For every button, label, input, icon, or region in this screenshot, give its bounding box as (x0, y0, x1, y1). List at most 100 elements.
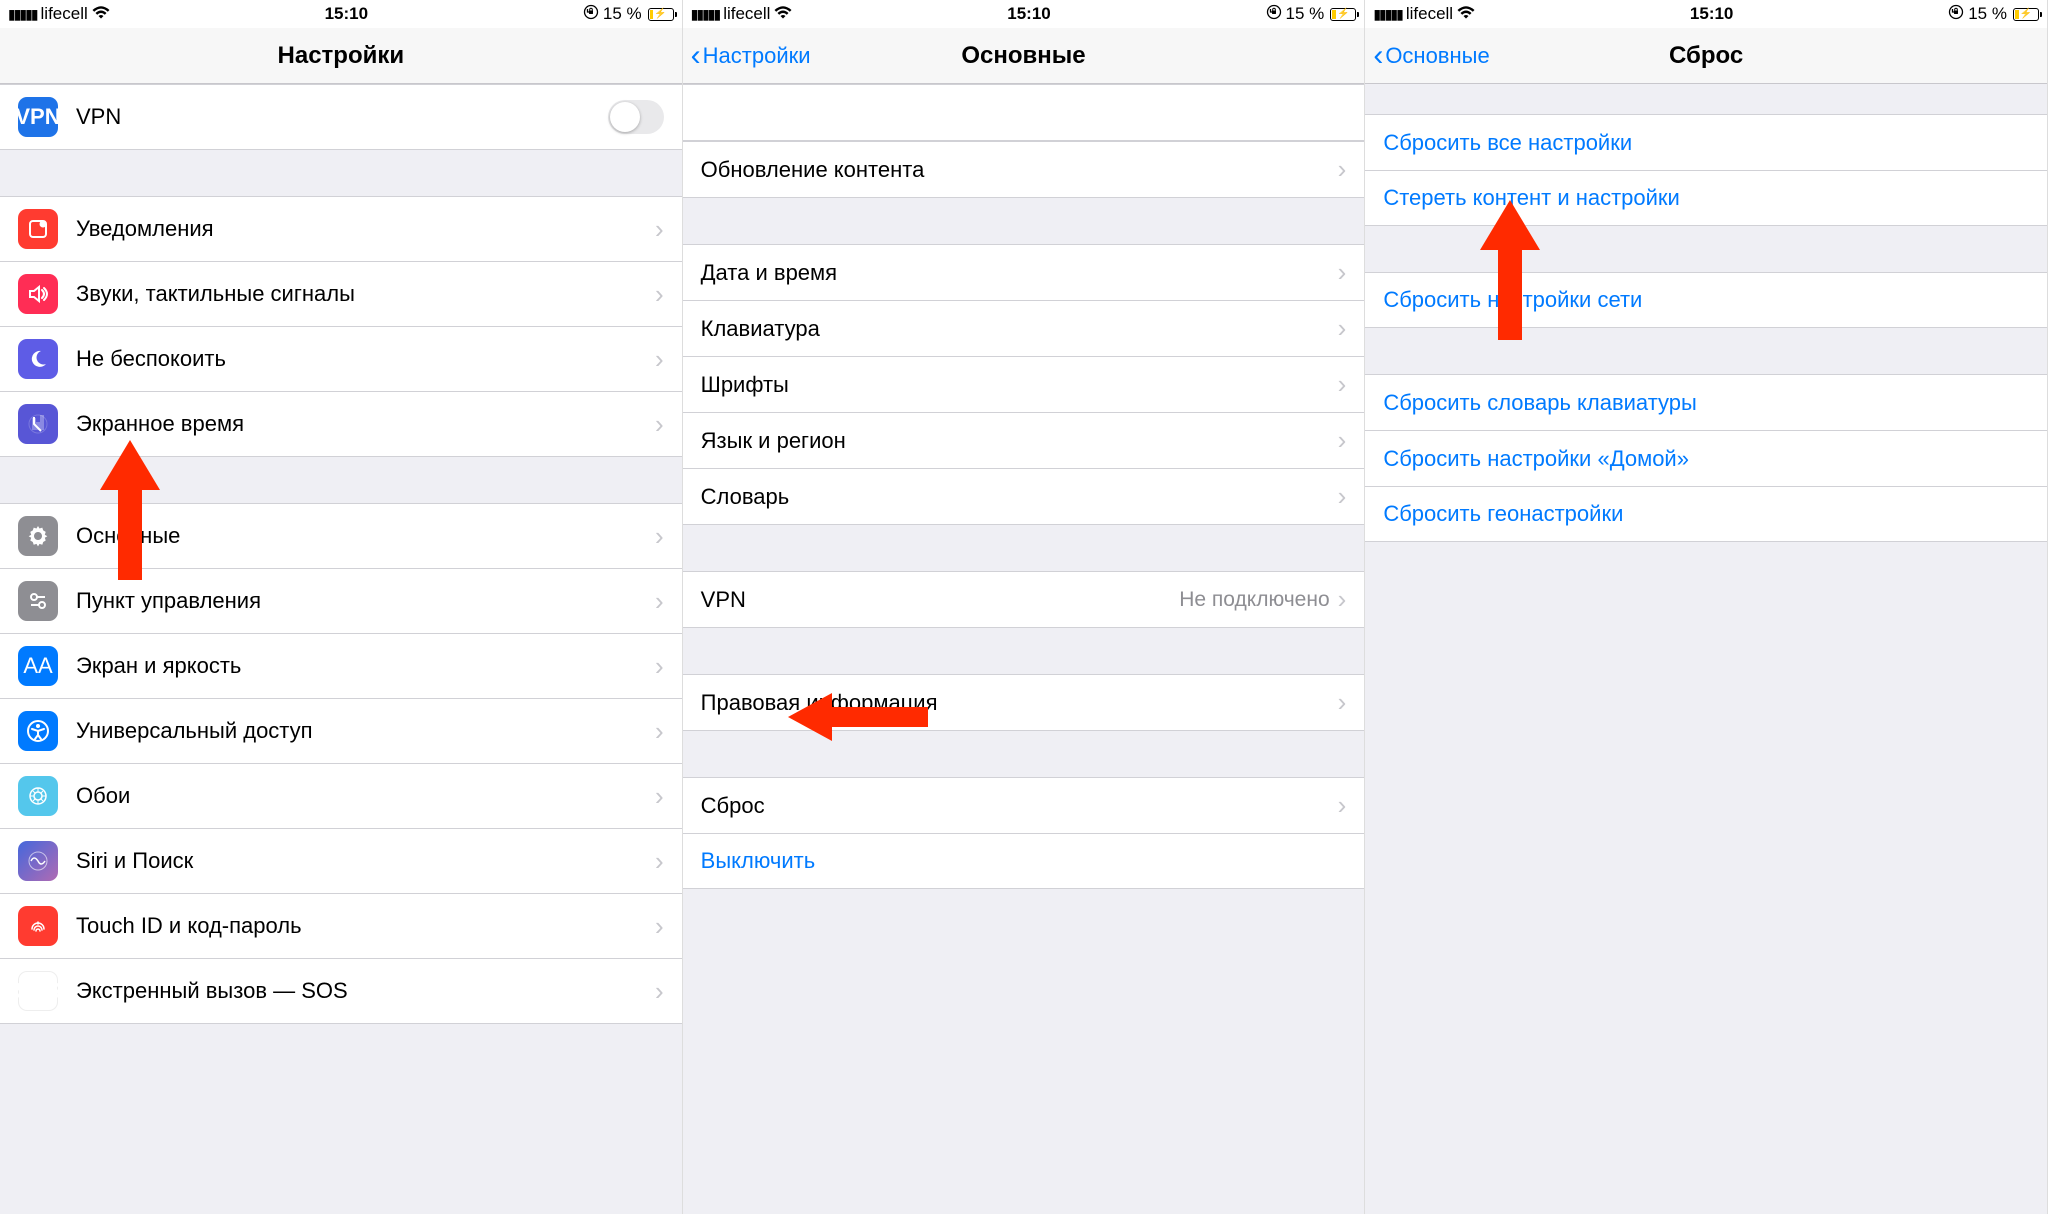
general-dictionary-row[interactable]: Словарь › (683, 468, 1365, 525)
chevron-right-icon: › (655, 976, 664, 1007)
reset-network-row[interactable]: Сбросить настройки сети (1365, 272, 2047, 328)
chevron-right-icon: › (655, 781, 664, 812)
chevron-left-icon: ‹ (691, 48, 701, 63)
settings-sounds-row[interactable]: Звуки, тактильные сигналы › (0, 261, 682, 326)
settings-vpn-row[interactable]: VPN VPN (0, 84, 682, 150)
nav-bar: ‹ Основные Сброс (1365, 28, 2047, 84)
reset-all-settings-row[interactable]: Сбросить все настройки (1365, 114, 2047, 170)
chevron-right-icon: › (655, 214, 664, 245)
control-center-icon (18, 581, 58, 621)
chevron-right-icon: › (655, 344, 664, 375)
clock: 15:10 (1690, 4, 1733, 24)
chevron-right-icon: › (655, 651, 664, 682)
fonts-label: Шрифты (701, 372, 1338, 398)
battery-icon: ⚡ (648, 8, 674, 21)
chevron-right-icon: › (655, 409, 664, 440)
chevron-right-icon: › (655, 846, 664, 877)
settings-root-screen: ▮▮▮▮▮ lifecell 15:10 15 % ⚡ Настройки VP… (0, 0, 683, 1214)
general-keyboard-row[interactable]: Клавиатура › (683, 300, 1365, 356)
clock: 15:10 (325, 4, 368, 24)
display-label: Экран и яркость (76, 653, 655, 679)
chevron-right-icon: › (655, 521, 664, 552)
rotation-lock-icon (1266, 4, 1282, 24)
battery-percent: 15 % (1286, 4, 1325, 24)
accessibility-icon (18, 711, 58, 751)
display-icon: AA (18, 646, 58, 686)
general-background-refresh-row[interactable]: Обновление контента › (683, 141, 1365, 198)
vpn-status: Не подключено (1179, 588, 1329, 612)
siri-label: Siri и Поиск (76, 848, 655, 874)
settings-wallpaper-row[interactable]: Обои › (0, 763, 682, 828)
wifi-icon (774, 6, 792, 23)
clock: 15:10 (1007, 4, 1050, 24)
reset-home-label: Сбросить настройки «Домой» (1383, 446, 2029, 472)
general-language-row[interactable]: Язык и регион › (683, 412, 1365, 468)
general-reset-row[interactable]: Сброс › (683, 777, 1365, 833)
reset-network-label: Сбросить настройки сети (1383, 287, 2029, 313)
battery-icon: ⚡ (1330, 8, 1356, 21)
carrier-label: lifecell (1406, 4, 1453, 24)
chevron-right-icon: › (655, 586, 664, 617)
chevron-right-icon: › (1338, 687, 1347, 718)
carrier-label: lifecell (723, 4, 770, 24)
reset-location-row[interactable]: Сбросить геонастройки (1365, 486, 2047, 542)
general-datetime-row[interactable]: Дата и время › (683, 244, 1365, 300)
sos-label: Экстренный вызов — SOS (76, 978, 655, 1004)
dictionary-label: Словарь (701, 484, 1338, 510)
vpn-toggle[interactable] (608, 100, 664, 134)
carrier-label: lifecell (41, 4, 88, 24)
chevron-right-icon: › (1338, 154, 1347, 185)
general-vpn-row[interactable]: VPN Не подключено › (683, 571, 1365, 628)
general-legal-row[interactable]: Правовая информация › (683, 674, 1365, 731)
battery-percent: 15 % (1968, 4, 2007, 24)
reset-keyboard-dict-row[interactable]: Сбросить словарь клавиатуры (1365, 374, 2047, 430)
touchid-label: Touch ID и код-пароль (76, 913, 655, 939)
control-center-label: Пункт управления (76, 588, 655, 614)
chevron-right-icon: › (1338, 369, 1347, 400)
signal-icon: ▮▮▮▮▮ (691, 6, 720, 23)
language-label: Язык и регион (701, 428, 1338, 454)
vpn-label: VPN (76, 104, 608, 130)
erase-all-label: Стереть контент и настройки (1383, 185, 2029, 211)
settings-accessibility-row[interactable]: Универсальный доступ › (0, 698, 682, 763)
wallpaper-label: Обои (76, 783, 655, 809)
shutdown-label: Выключить (701, 848, 1347, 874)
background-refresh-label: Обновление контента (701, 157, 1338, 183)
page-title: Настройки (0, 42, 682, 70)
dnd-label: Не беспокоить (76, 346, 655, 372)
settings-siri-row[interactable]: Siri и Поиск › (0, 828, 682, 893)
general-shutdown-row[interactable]: Выключить (683, 833, 1365, 889)
vpn-label: VPN (701, 587, 1180, 613)
sos-icon: SOS (18, 971, 58, 1011)
nav-back-label: Основные (1385, 43, 1489, 69)
chevron-right-icon: › (1338, 584, 1347, 615)
screentime-label: Экранное время (76, 411, 655, 437)
settings-general-row[interactable]: Основные › (0, 503, 682, 568)
general-fonts-row[interactable]: Шрифты › (683, 356, 1365, 412)
vpn-icon: VPN (18, 97, 58, 137)
reset-home-row[interactable]: Сбросить настройки «Домой» (1365, 430, 2047, 486)
settings-sos-row[interactable]: SOS Экстренный вызов — SOS › (0, 958, 682, 1024)
chevron-right-icon: › (1338, 257, 1347, 288)
gear-icon (18, 516, 58, 556)
wifi-icon (92, 6, 110, 23)
settings-control-center-row[interactable]: Пункт управления › (0, 568, 682, 633)
touchid-icon (18, 906, 58, 946)
settings-reset-screen: ▮▮▮▮▮ lifecell 15:10 15 % ⚡ ‹ Основные С… (1365, 0, 2048, 1214)
status-bar: ▮▮▮▮▮ lifecell 15:10 15 % ⚡ (1365, 0, 2047, 28)
nav-back-button[interactable]: ‹ Основные (1373, 43, 1489, 69)
wifi-icon (1457, 6, 1475, 23)
notifications-label: Уведомления (76, 216, 655, 242)
nav-back-button[interactable]: ‹ Настройки (691, 43, 811, 69)
battery-icon: ⚡ (2013, 8, 2039, 21)
settings-general-screen: ▮▮▮▮▮ lifecell 15:10 15 % ⚡ ‹ Настройки … (683, 0, 1366, 1214)
erase-all-row[interactable]: Стереть контент и настройки (1365, 170, 2047, 226)
settings-screentime-row[interactable]: Экранное время › (0, 391, 682, 457)
settings-display-row[interactable]: AA Экран и яркость › (0, 633, 682, 698)
siri-icon (18, 841, 58, 881)
reset-location-label: Сбросить геонастройки (1383, 501, 2029, 527)
settings-dnd-row[interactable]: Не беспокоить › (0, 326, 682, 391)
accessibility-label: Универсальный доступ (76, 718, 655, 744)
settings-notifications-row[interactable]: Уведомления › (0, 196, 682, 261)
settings-touchid-row[interactable]: Touch ID и код-пароль › (0, 893, 682, 958)
